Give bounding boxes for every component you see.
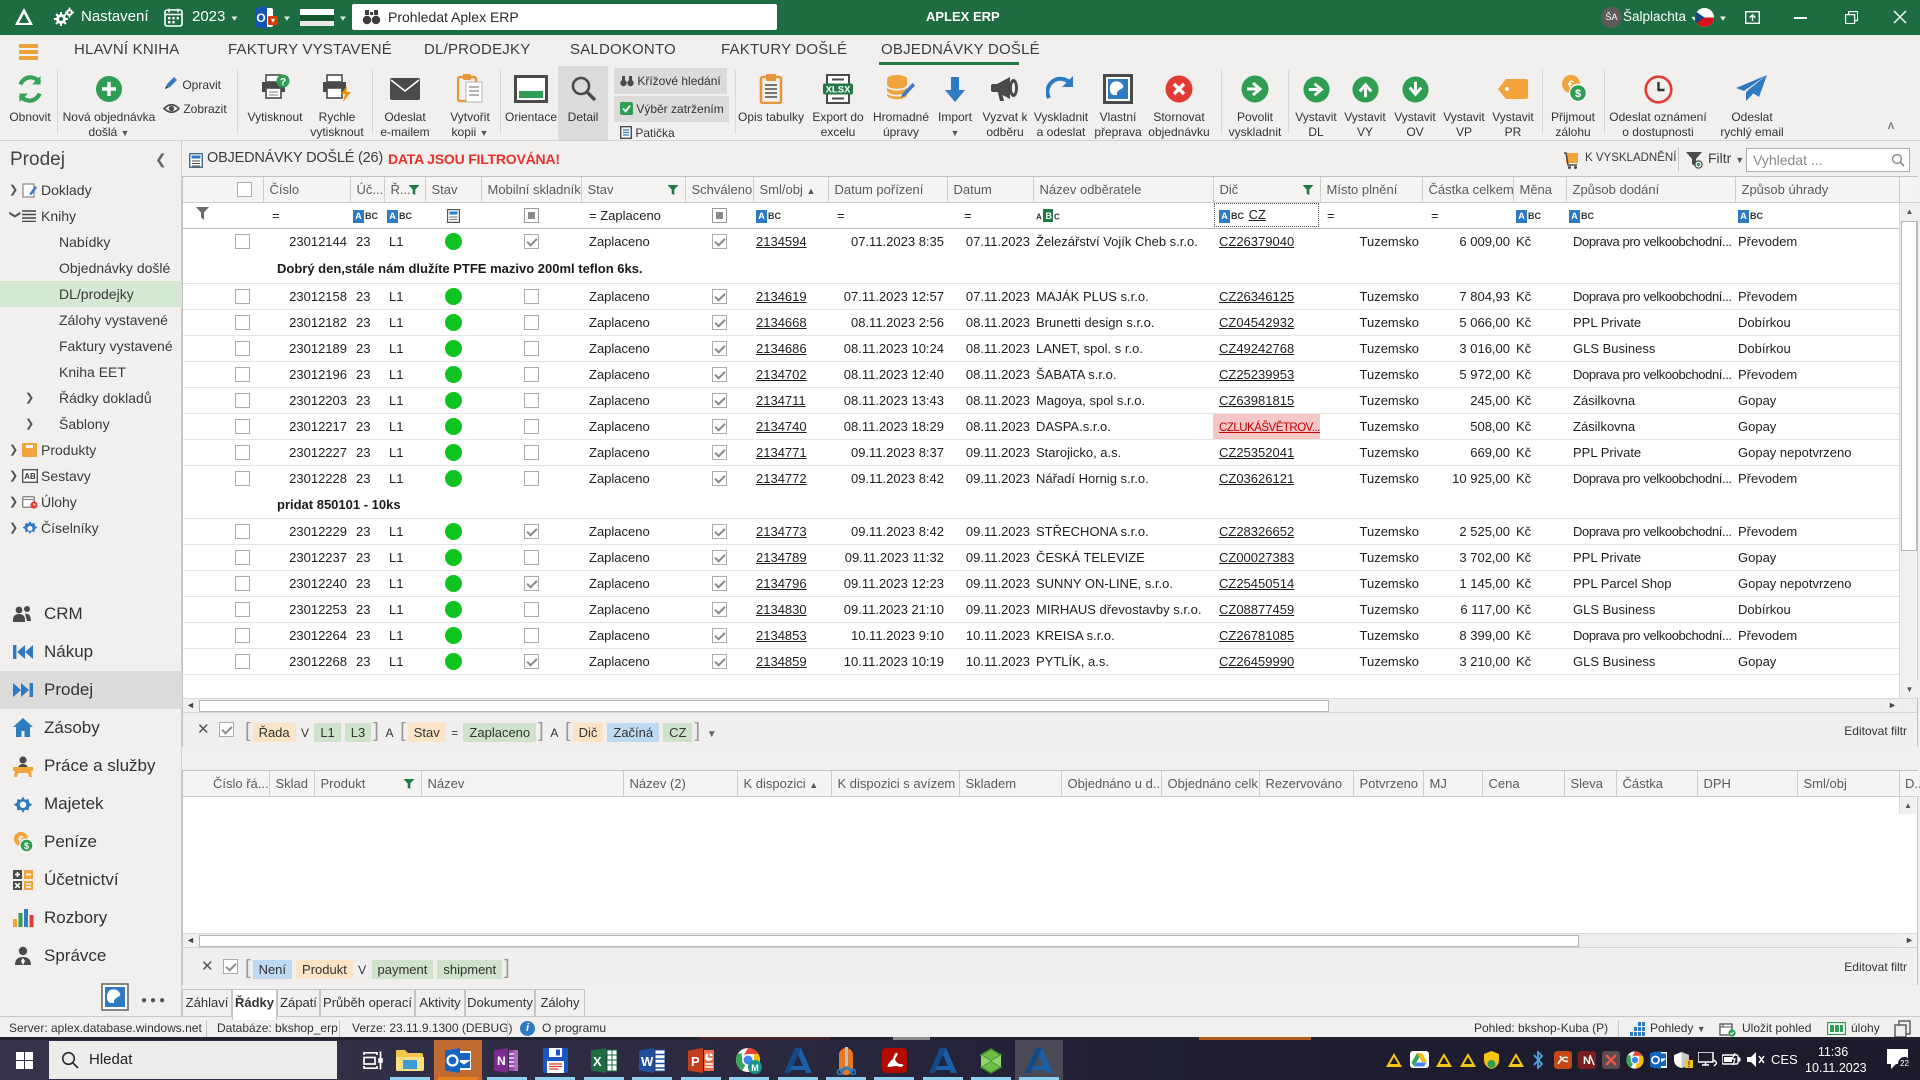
- svg-text:P: P: [691, 1054, 700, 1069]
- svg-text:A: A: [1036, 212, 1042, 221]
- svg-text:X: X: [593, 1054, 602, 1069]
- svg-text:N: N: [497, 1054, 506, 1068]
- svg-text:▾: ▾: [271, 16, 275, 25]
- svg-text:O: O: [256, 11, 265, 25]
- svg-text:M: M: [751, 1063, 759, 1073]
- svg-text:XLSX: XLSX: [826, 85, 851, 96]
- svg-text:$: $: [24, 841, 29, 851]
- svg-text:$: $: [1575, 88, 1581, 100]
- svg-text:B: B: [1046, 211, 1053, 221]
- svg-text:!: !: [1688, 1060, 1691, 1069]
- svg-text:N: N: [1583, 1055, 1591, 1067]
- svg-text:AB: AB: [24, 472, 36, 481]
- svg-text:W: W: [641, 1054, 654, 1069]
- svg-text:?: ?: [280, 77, 286, 88]
- svg-text:C: C: [1054, 212, 1060, 221]
